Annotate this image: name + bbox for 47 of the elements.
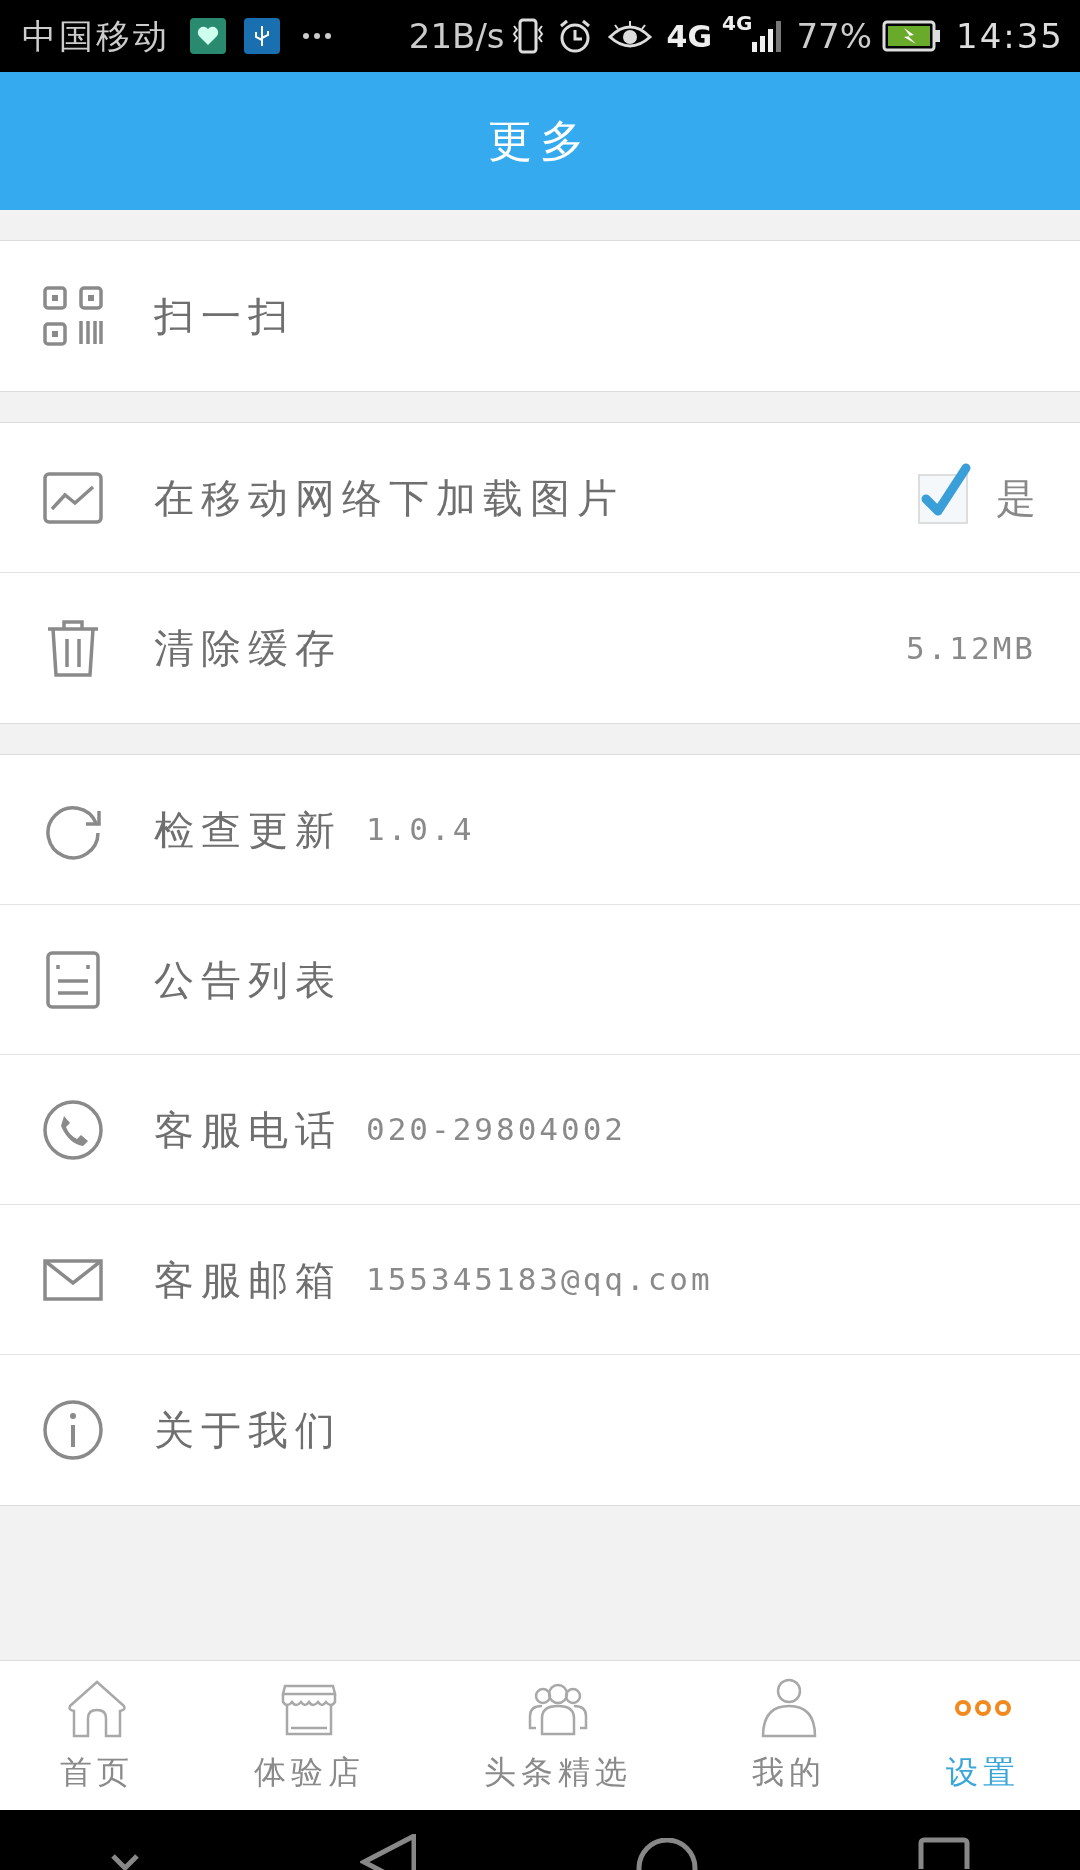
checkbox[interactable] (918, 461, 972, 524)
info-icon (42, 1399, 104, 1461)
row-value: 020-29804002 (366, 1110, 626, 1150)
carrier-name: 中国移动 (22, 14, 170, 58)
more-dots-icon (302, 32, 332, 40)
row-label: 客服电话 (154, 1105, 342, 1155)
home-icon (636, 1838, 698, 1870)
list-row[interactable]: 扫一扫 (0, 241, 1080, 391)
usb-app-icon (244, 18, 280, 54)
nav-tab[interactable]: 首页 (0, 1661, 194, 1810)
list-row[interactable]: 关于我们 (0, 1355, 1080, 1505)
phone-icon (42, 1098, 104, 1161)
qr-code-icon (42, 285, 104, 347)
list-row[interactable]: 清除缓存 5.12MB (0, 573, 1080, 723)
nav-tab[interactable]: 我的 (692, 1661, 887, 1810)
row-value: 5.12MB (906, 628, 1036, 668)
row-label: 公告列表 (154, 955, 342, 1005)
row-value: 155345183@qq.com (366, 1260, 713, 1300)
nav-tab[interactable]: 头条精选 (424, 1661, 693, 1810)
row-value: 1.0.4 (366, 810, 475, 850)
row-label: 扫一扫 (154, 292, 295, 341)
row-label: 检查更新 (154, 805, 342, 855)
nav-tab[interactable]: 体验店 (193, 1661, 425, 1810)
heart-app-icon (190, 18, 226, 54)
battery-percent: 77% (796, 14, 872, 58)
list-row[interactable]: 检查更新 1.0.4 (0, 755, 1080, 905)
list-row[interactable]: 在移动网络下加载图片 是 (0, 423, 1080, 573)
signal-network-type: 4G (722, 10, 753, 37)
vibrate-icon (510, 16, 545, 56)
battery-icon (882, 20, 942, 52)
list-row[interactable]: 公告列表 (0, 905, 1080, 1055)
recents-icon (918, 1837, 970, 1869)
row-label: 客服邮箱 (154, 1255, 342, 1305)
network-type: 4G (666, 17, 713, 56)
signal-icon (752, 18, 783, 54)
back-icon (360, 1834, 416, 1870)
list-row[interactable]: 客服邮箱 155345183@qq.com (0, 1205, 1080, 1355)
clock-time: 14:35 (956, 14, 1064, 58)
network-speed: 21B/s (408, 14, 505, 58)
row-label: 关于我们 (154, 1406, 342, 1455)
page-title: 更多 (488, 114, 592, 168)
chevron-down-icon (110, 1854, 140, 1870)
nav-tab[interactable]: 设置 (886, 1661, 1080, 1810)
row-label: 在移动网络下加载图片 (154, 473, 624, 523)
row-label: 清除缓存 (154, 624, 342, 673)
list-row[interactable]: 客服电话 020-29804002 (0, 1055, 1080, 1205)
checkbox-label: 是 (996, 473, 1036, 523)
